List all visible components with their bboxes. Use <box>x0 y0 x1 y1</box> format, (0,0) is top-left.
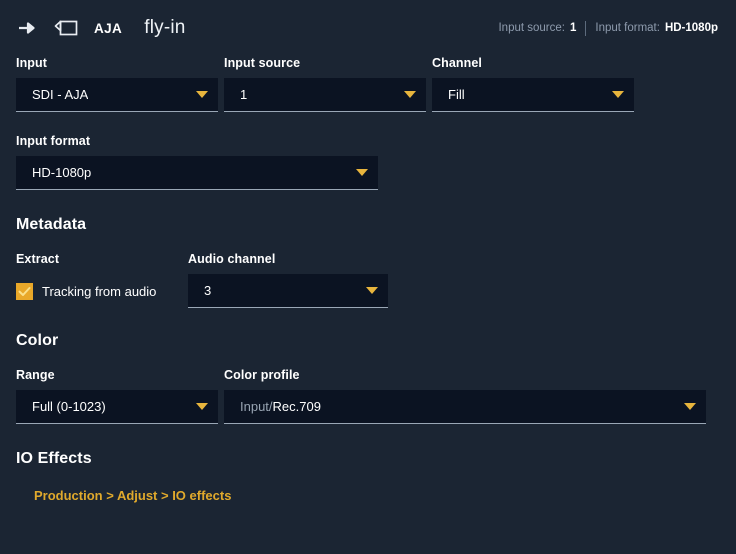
chevron-down-icon <box>612 91 624 98</box>
chevron-down-icon <box>404 91 416 98</box>
field-range: Range Full (0-1023) <box>16 368 218 424</box>
chevron-down-icon <box>366 287 378 294</box>
tracking-from-audio-checkbox[interactable] <box>16 283 33 300</box>
field-extract: Extract Tracking from audio <box>16 252 188 308</box>
channel-select[interactable]: Fill <box>432 78 634 112</box>
range-select-value: Full (0-1023) <box>32 399 106 414</box>
chevron-down-icon <box>356 169 368 176</box>
field-input-source: Input source 1 <box>224 56 426 112</box>
field-channel: Channel Fill <box>432 56 634 112</box>
input-source-select-value: 1 <box>240 87 247 102</box>
status-divider <box>585 21 586 36</box>
field-input-format-label: Input format <box>16 134 378 148</box>
form-row-input-format: Input format HD-1080p <box>16 134 720 190</box>
section-metadata: Metadata Extract Tracking from audio Aud… <box>16 216 720 308</box>
input-select-value: SDI - AJA <box>32 87 88 102</box>
form-row-color: Range Full (0-1023) Color profile Input/… <box>16 368 720 424</box>
field-color-profile: Color profile Input/Rec.709 <box>224 368 706 424</box>
input-format-select-value: HD-1080p <box>32 165 91 180</box>
channel-select-value: Fill <box>448 87 465 102</box>
metadata-heading: Metadata <box>16 216 720 234</box>
section-io-effects: IO Effects Production > Adjust > IO effe… <box>16 450 720 505</box>
io-effects-heading: IO Effects <box>16 450 720 468</box>
color-profile-select[interactable]: Input/Rec.709 <box>224 390 706 424</box>
io-effects-breadcrumb-wrap: Production > Adjust > IO effects <box>16 487 720 505</box>
page-title: fly-in <box>144 17 185 39</box>
breadcrumb[interactable]: Production > Adjust > IO effects <box>34 488 231 503</box>
section-color: Color Range Full (0-1023) Color profile … <box>16 332 720 424</box>
status-input-source: Input source: 1 <box>498 22 576 34</box>
brand-label: AJA <box>94 21 122 36</box>
field-range-label: Range <box>16 368 218 382</box>
color-profile-select-value: Input/Rec.709 <box>240 399 321 414</box>
header-status-group: Input source: 1 Input format: HD-1080p <box>498 21 718 36</box>
audio-channel-select-value: 3 <box>204 283 211 298</box>
form-row-input: Input SDI - AJA Input source 1 Channel F… <box>16 56 720 112</box>
color-profile-value-prefix: Input/ <box>240 399 273 414</box>
range-select[interactable]: Full (0-1023) <box>16 390 218 424</box>
field-color-profile-label: Color profile <box>224 368 706 382</box>
video-input-icon <box>52 18 80 38</box>
arrow-right-icon <box>16 17 38 39</box>
input-source-select[interactable]: 1 <box>224 78 426 112</box>
input-format-select[interactable]: HD-1080p <box>16 156 378 190</box>
color-heading: Color <box>16 332 720 350</box>
header-left-group: AJA fly-in <box>16 17 186 39</box>
field-input-format: Input format HD-1080p <box>16 134 378 190</box>
chevron-down-icon <box>196 403 208 410</box>
status-input-format-value: HD-1080p <box>665 22 718 34</box>
chevron-down-icon <box>196 91 208 98</box>
field-channel-label: Channel <box>432 56 634 70</box>
field-extract-label: Extract <box>16 252 188 266</box>
audio-channel-select[interactable]: 3 <box>188 274 388 308</box>
tracking-from-audio-label: Tracking from audio <box>42 284 156 299</box>
status-input-format-label: Input format: <box>595 22 660 34</box>
tracking-from-audio-row[interactable]: Tracking from audio <box>16 274 188 308</box>
chevron-down-icon <box>684 403 696 410</box>
field-input-source-label: Input source <box>224 56 426 70</box>
status-input-format: Input format: HD-1080p <box>595 22 718 34</box>
status-input-source-value: 1 <box>570 22 576 34</box>
field-audio-channel: Audio channel 3 <box>188 252 388 308</box>
settings-form: Input SDI - AJA Input source 1 Channel F… <box>0 56 736 505</box>
input-select[interactable]: SDI - AJA <box>16 78 218 112</box>
field-input: Input SDI - AJA <box>16 56 218 112</box>
form-row-metadata: Extract Tracking from audio Audio channe… <box>16 252 720 308</box>
field-audio-channel-label: Audio channel <box>188 252 388 266</box>
status-input-source-label: Input source: <box>498 22 564 34</box>
color-profile-value-main: Rec.709 <box>273 399 321 414</box>
app-header: AJA fly-in Input source: 1 Input format:… <box>0 0 736 56</box>
field-input-label: Input <box>16 56 218 70</box>
